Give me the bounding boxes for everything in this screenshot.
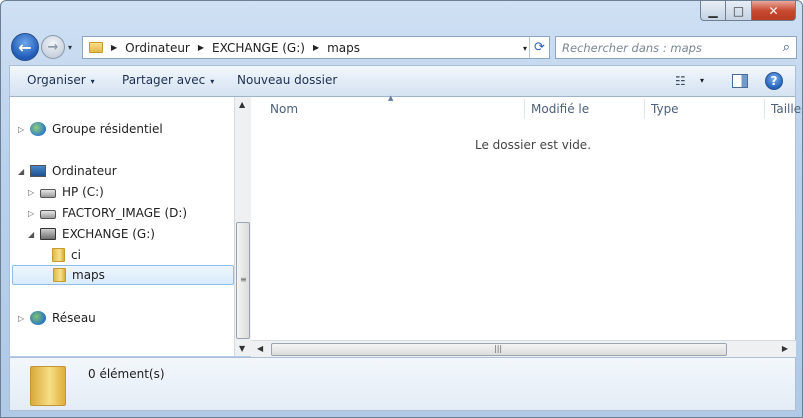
minimize-button[interactable]: ▁: [700, 1, 726, 21]
chevron-right-icon[interactable]: ▶: [111, 43, 117, 52]
maximize-button[interactable]: □: [726, 1, 752, 21]
column-divider[interactable]: [764, 99, 765, 119]
search-input[interactable]: Rechercher dans : maps ⌕: [555, 36, 797, 59]
arrow-right-icon: →: [47, 39, 59, 55]
organize-menu-button[interactable]: Organiser ▾: [27, 73, 95, 87]
details-pane: 0 élément(s): [9, 357, 796, 411]
tree-label[interactable]: Réseau: [52, 311, 96, 325]
tree-label[interactable]: EXCHANGE (G:): [62, 227, 155, 241]
column-name[interactable]: Nom: [270, 102, 298, 116]
folder-icon: [30, 366, 66, 406]
organize-label[interactable]: Organiser: [27, 73, 86, 87]
column-divider[interactable]: [524, 99, 525, 119]
arrow-left-icon: ←: [18, 37, 32, 57]
scroll-thumb[interactable]: ≡: [236, 222, 250, 339]
share-menu-button[interactable]: Partager avec ▾: [122, 73, 214, 87]
search-icon[interactable]: ⌕: [783, 40, 790, 55]
folder-icon: [53, 268, 66, 282]
breadcrumb-label[interactable]: Ordinateur: [125, 41, 190, 55]
help-button[interactable]: ?: [765, 72, 783, 90]
breadcrumb-label[interactable]: maps: [327, 41, 360, 55]
collapse-icon[interactable]: ◢: [28, 230, 38, 239]
file-list-pane[interactable]: ▲ Nom Modifié le Type Taille Le dossier …: [251, 94, 801, 356]
breadcrumb-label[interactable]: EXCHANGE (G:): [212, 41, 305, 55]
preview-pane-icon[interactable]: [732, 74, 748, 88]
breadcrumb-root[interactable]: ▶: [111, 43, 125, 52]
navigation-bar: ← → ▾ ▶ Ordinateur ▶ EXCHANGE (G:) ▶ map…: [9, 33, 797, 61]
column-modified[interactable]: Modifié le: [531, 102, 589, 116]
homegroup-icon: [30, 122, 46, 136]
sort-ascending-icon: ▲: [388, 94, 394, 102]
usb-drive-icon: [40, 228, 56, 240]
tree-label[interactable]: Groupe résidentiel: [52, 122, 163, 136]
expand-icon[interactable]: ▷: [18, 314, 28, 323]
column-header-row: ▲ Nom Modifié le Type Taille: [251, 94, 801, 121]
grip-icon: |||: [494, 344, 503, 353]
tree-item-maps[interactable]: maps: [12, 265, 234, 285]
back-button[interactable]: ←: [11, 33, 39, 61]
tree-label[interactable]: HP (C:): [62, 185, 104, 199]
breadcrumb-maps[interactable]: maps: [327, 41, 360, 55]
tree-label[interactable]: FACTORY_IMAGE (D:): [62, 206, 187, 220]
tree-item-ci[interactable]: ci: [40, 245, 81, 265]
column-type[interactable]: Type: [651, 102, 679, 116]
tree-item-drive-g[interactable]: ◢ EXCHANGE (G:): [28, 224, 155, 244]
grip-icon: ≡: [240, 275, 247, 284]
chevron-right-icon[interactable]: ▶: [198, 43, 204, 52]
chevron-right-icon[interactable]: ▶: [313, 43, 319, 52]
tree-label[interactable]: Ordinateur: [52, 164, 117, 178]
address-dropdown-icon[interactable]: ▾: [523, 44, 527, 53]
tree-item-network[interactable]: ▷ Réseau: [18, 308, 96, 328]
expand-icon[interactable]: ▷: [28, 209, 38, 218]
expand-icon[interactable]: ▷: [18, 125, 28, 134]
tree-item-homegroup[interactable]: ▷ Groupe résidentiel: [18, 119, 163, 139]
command-bar: Organiser ▾ Partager avec ▾ Nouveau dossie…: [9, 65, 796, 97]
collapse-icon[interactable]: ◢: [18, 167, 28, 176]
column-size[interactable]: Taille: [771, 102, 801, 116]
breadcrumb-sep[interactable]: ▶: [313, 43, 327, 52]
explorer-window: ▁ □ ✕ ← → ▾ ▶ Ordinateur ▶ EXCHANGE (G:): [0, 0, 803, 418]
breadcrumb-ordinateur[interactable]: Ordinateur: [125, 41, 190, 55]
column-divider[interactable]: [644, 99, 645, 119]
breadcrumb-exchange[interactable]: EXCHANGE (G:): [212, 41, 305, 55]
nav-vertical-scrollbar[interactable]: ▲ ≡ ▼: [234, 97, 251, 356]
tree-item-computer[interactable]: ◢ Ordinateur: [18, 161, 117, 181]
forward-button[interactable]: →: [41, 35, 65, 59]
share-label[interactable]: Partager avec: [122, 73, 205, 87]
content-horizontal-scrollbar[interactable]: ◀ ||| ▶: [251, 340, 796, 357]
chevron-down-icon: ▾: [210, 77, 215, 86]
empty-folder-message: Le dossier est vide.: [475, 138, 592, 152]
navigation-pane: ▷ Groupe résidentiel ◢ Ordinateur ▷ HP (…: [9, 97, 234, 356]
caption-buttons: ▁ □ ✕: [700, 1, 796, 21]
scroll-thumb[interactable]: |||: [271, 343, 727, 356]
scroll-right-icon[interactable]: ▶: [782, 344, 788, 353]
folder-icon: [89, 42, 103, 53]
view-dropdown-icon[interactable]: ▾: [700, 76, 704, 85]
folder-icon: [52, 248, 65, 262]
breadcrumb-sep[interactable]: ▶: [198, 43, 212, 52]
chevron-down-icon: ▾: [90, 77, 95, 86]
expand-icon[interactable]: ▷: [28, 188, 38, 197]
close-button[interactable]: ✕: [752, 1, 796, 21]
new-folder-button[interactable]: Nouveau dossier: [237, 73, 337, 87]
tree-item-drive-d[interactable]: ▷ FACTORY_IMAGE (D:): [28, 203, 187, 223]
tree-item-drive-c[interactable]: ▷ HP (C:): [28, 182, 104, 202]
hard-drive-icon: [40, 189, 56, 198]
recent-pages-dropdown[interactable]: ▾: [68, 43, 72, 52]
hard-drive-icon: [40, 210, 56, 219]
search-placeholder[interactable]: Rechercher dans : maps: [562, 41, 702, 55]
computer-icon: [30, 165, 46, 177]
address-bar[interactable]: ▶ Ordinateur ▶ EXCHANGE (G:) ▶ maps ▾ ⟳: [82, 36, 550, 59]
tree-label[interactable]: ci: [71, 248, 81, 262]
scroll-left-icon[interactable]: ◀: [257, 344, 263, 353]
refresh-button[interactable]: ⟳: [529, 37, 549, 58]
refresh-icon: ⟳: [534, 40, 545, 55]
item-count: 0 élément(s): [88, 367, 165, 381]
scroll-down-icon[interactable]: ▼: [239, 344, 245, 353]
view-options-icon[interactable]: ☷: [675, 74, 686, 88]
network-icon: [30, 311, 46, 325]
tree-label[interactable]: maps: [72, 268, 105, 282]
scroll-up-icon[interactable]: ▲: [239, 100, 245, 109]
